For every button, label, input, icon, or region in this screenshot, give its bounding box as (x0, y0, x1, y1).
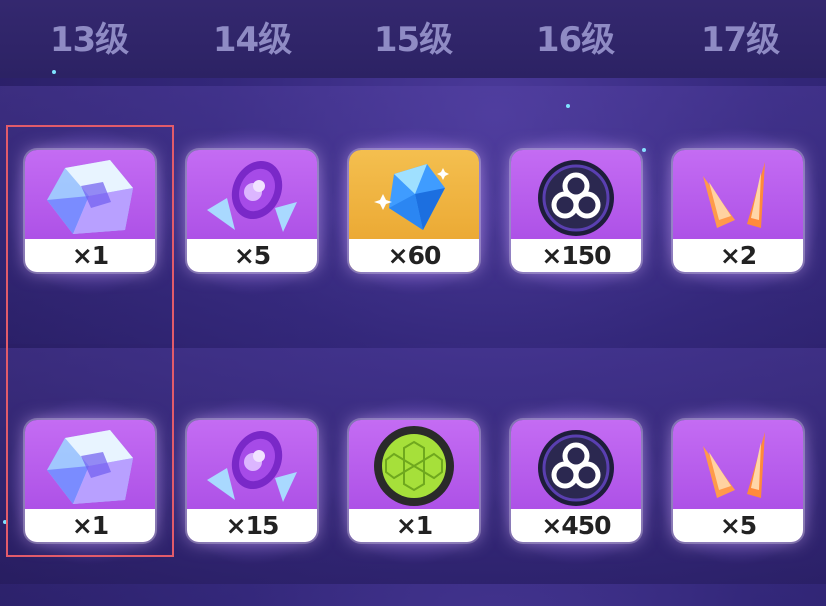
reward-quantity: ×150 (511, 239, 641, 272)
reward-card-14-row2[interactable]: ×15 (187, 420, 317, 542)
sparkle (566, 104, 570, 108)
level-13-label[interactable]: 13级 (29, 12, 149, 61)
amber-shards-icon (703, 162, 765, 228)
reward-quantity: ×1 (349, 509, 479, 542)
level-header-bar: 13级 14级 15级 16级 17级 (0, 0, 826, 78)
purple-crystal-token-icon (207, 430, 297, 502)
triskelion-medal-icon (538, 430, 614, 506)
reward-card-17-row2[interactable]: ×5 (673, 420, 803, 542)
reward-card-17-row1[interactable]: ×2 (673, 150, 803, 272)
purple-crystal-token-icon (207, 160, 297, 232)
level-14-label[interactable]: 14级 (192, 12, 312, 61)
selected-column-highlight (6, 125, 174, 557)
amber-shards-icon (703, 432, 765, 498)
reward-quantity: ×60 (349, 239, 479, 272)
sparkle (52, 70, 56, 74)
reward-card-16-row1[interactable]: ×150 (511, 150, 641, 272)
reward-quantity: ×450 (511, 509, 641, 542)
triskelion-medal-icon (538, 160, 614, 236)
sparkle (642, 148, 646, 152)
reward-quantity: ×5 (673, 509, 803, 542)
level-17-label[interactable]: 17级 (680, 12, 800, 61)
reward-card-15-row1[interactable]: ×60 (349, 150, 479, 272)
green-hex-orb-icon (374, 426, 454, 506)
level-16-label[interactable]: 16级 (515, 12, 635, 61)
reward-quantity: ×5 (187, 239, 317, 272)
blue-crystal-icon (374, 164, 449, 230)
reward-quantity: ×2 (673, 239, 803, 272)
reward-card-14-row1[interactable]: ×5 (187, 150, 317, 272)
level-15-label[interactable]: 15级 (353, 12, 473, 61)
reward-card-16-row2[interactable]: ×450 (511, 420, 641, 542)
reward-quantity: ×15 (187, 509, 317, 542)
reward-card-15-row2[interactable]: ×1 (349, 420, 479, 542)
